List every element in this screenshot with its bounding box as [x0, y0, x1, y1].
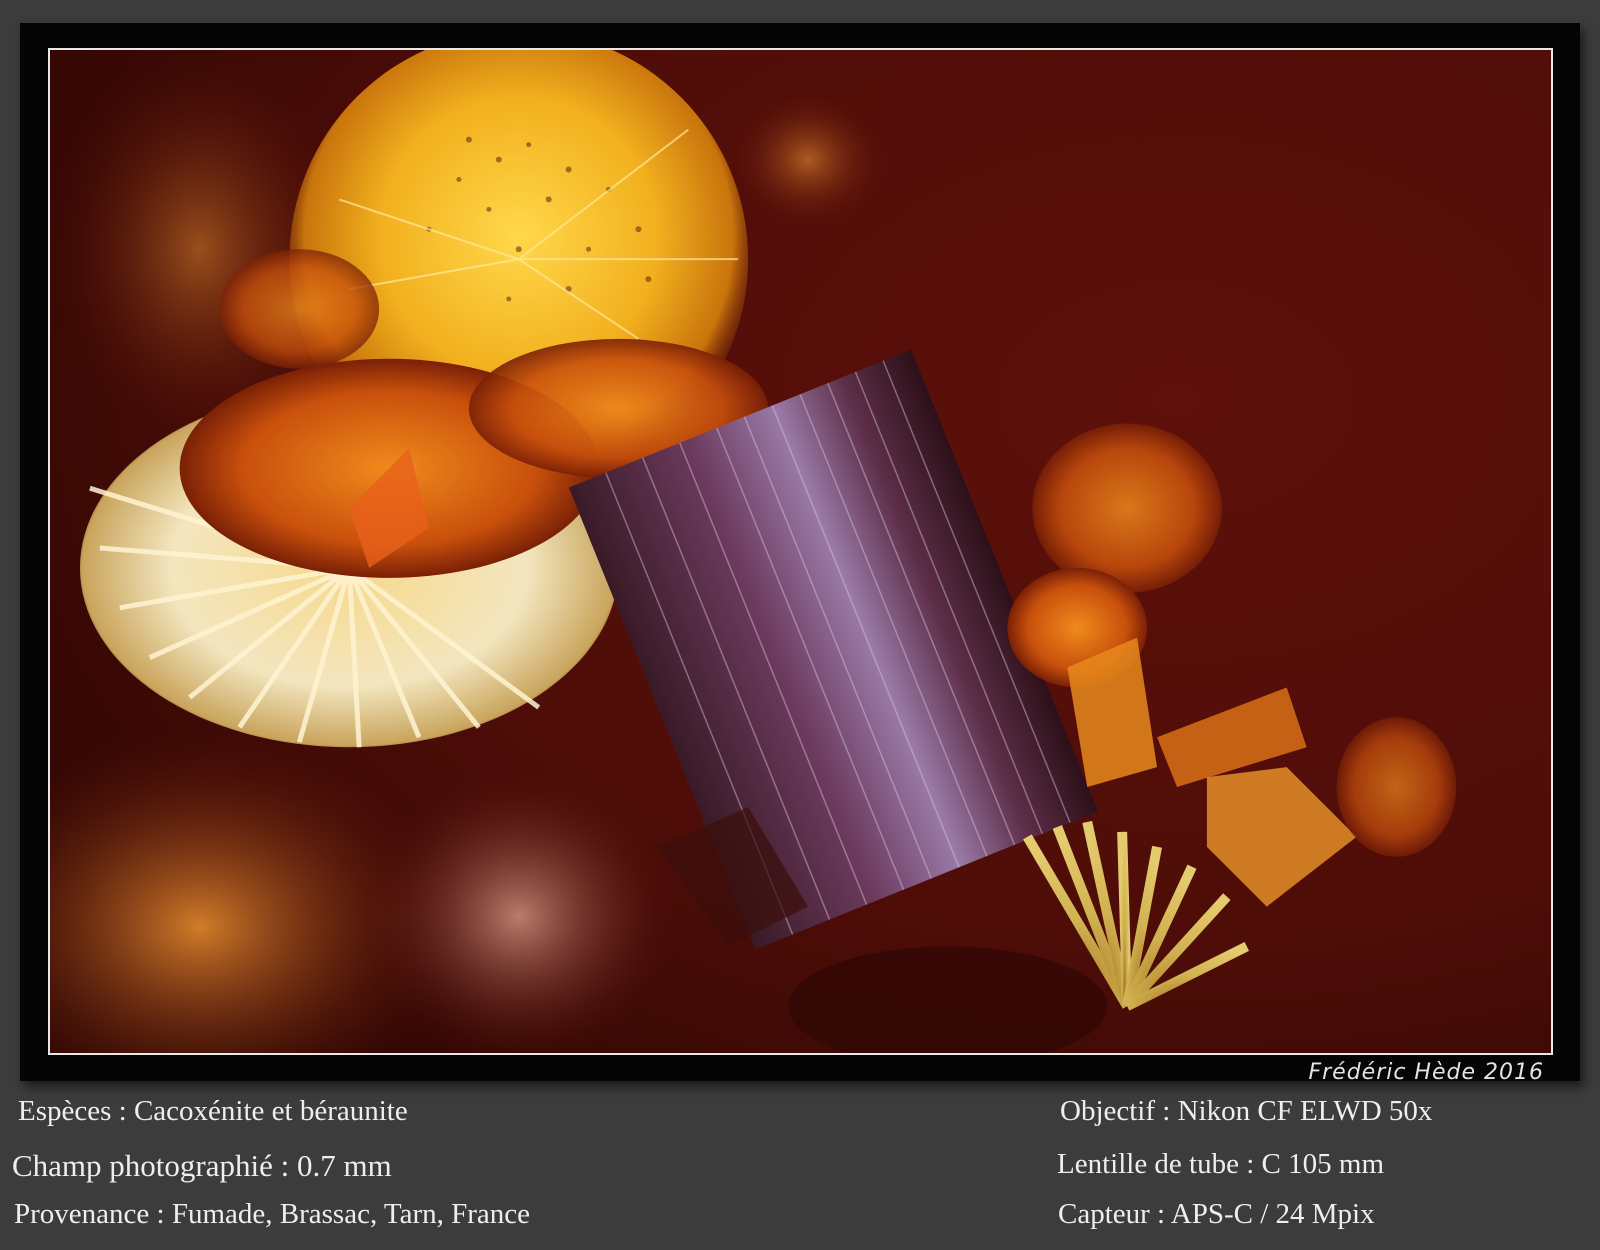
page: Frédéric Hède 2016 Espèces : Cacoxénite … [0, 0, 1600, 1250]
caption-objective: Objectif : Nikon CF ELWD 50x [1060, 1095, 1433, 1127]
mineral-photo [48, 48, 1553, 1055]
caption-tube-lens: Lentille de tube : C 105 mm [1057, 1148, 1385, 1180]
photographer-signature: Frédéric Hède 2016 [1308, 1060, 1544, 1085]
mineral-photo-illustration [50, 50, 1551, 1053]
caption-field-of-view: Champ photographié : 0.7 mm [12, 1148, 392, 1183]
caption-species: Espèces : Cacoxénite et béraunite [18, 1095, 408, 1127]
caption-sensor: Capteur : APS-C / 24 Mpix [1058, 1198, 1375, 1230]
caption-provenance: Provenance : Fumade, Brassac, Tarn, Fran… [14, 1198, 531, 1230]
